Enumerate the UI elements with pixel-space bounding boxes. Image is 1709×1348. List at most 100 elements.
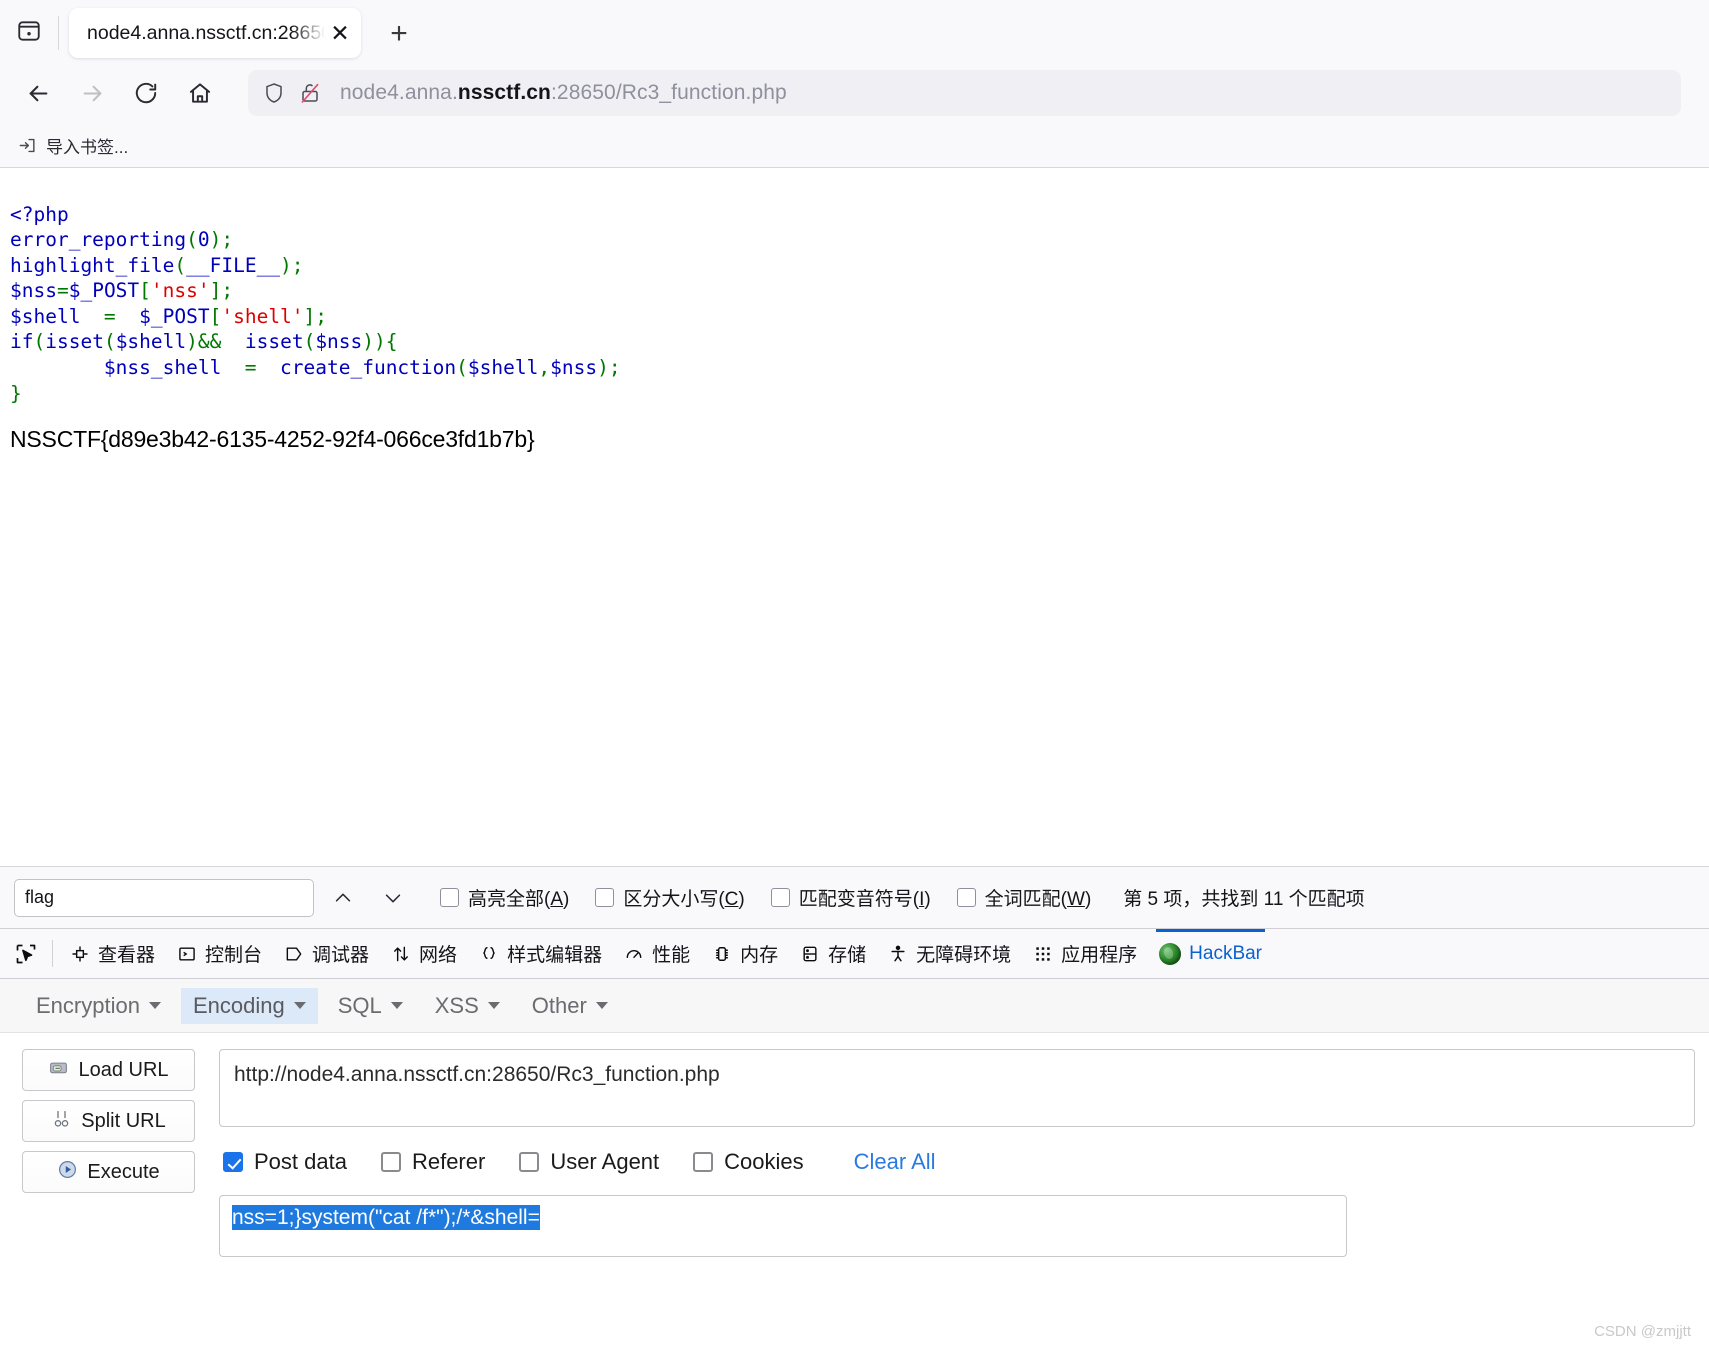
- performance-icon: [624, 944, 644, 964]
- find-status: 第 5 项，共找到 11 个匹配项: [1123, 889, 1365, 910]
- import-bookmarks-button[interactable]: 导入书签...: [18, 133, 128, 158]
- devtools-tab-application[interactable]: 应用程序: [1022, 929, 1148, 978]
- code-token: ): [209, 228, 222, 252]
- checkbox-icon[interactable]: [380, 1152, 401, 1172]
- code-token: (: [186, 228, 198, 252]
- hackbar-menu-other[interactable]: Other: [520, 988, 620, 1024]
- code-token: $_POST: [68, 279, 140, 303]
- url-textarea[interactable]: http://node4.anna.nssctf.cn:28650/Rc3_fu…: [219, 1049, 1695, 1127]
- tab-divider: [58, 16, 59, 50]
- hackbar-menu-encoding[interactable]: Encoding: [180, 987, 318, 1024]
- devtools-tab-hackbar-logo[interactable]: HackBar: [1148, 929, 1273, 978]
- back-arrow-icon[interactable]: [14, 69, 62, 117]
- devtools-tab-debugger[interactable]: 调试器: [273, 929, 380, 978]
- devtools-tab-network[interactable]: 网络: [380, 929, 468, 978]
- hackbar-menu-label: Other: [531, 992, 587, 1018]
- load-url-label: Load URL: [78, 1058, 169, 1081]
- home-icon[interactable]: [176, 69, 224, 117]
- hackbar-menu-xss[interactable]: XSS: [423, 988, 512, 1024]
- find-bar: 高亮全部(A) 区分大小写(C) 匹配变音符号(I) 全词匹配(W) 第 5 项，共找…: [0, 866, 1709, 928]
- split-url-button[interactable]: Split URL: [22, 1100, 195, 1142]
- checkbox-icon[interactable]: [440, 888, 459, 907]
- devtools-tab-label: 网络: [419, 945, 458, 966]
- find-option-1[interactable]: 区分大小写(C): [595, 884, 745, 911]
- close-tab-icon[interactable]: ✕: [325, 18, 355, 48]
- hackbar-action-buttons: Load URL Split URL Execute: [22, 1049, 195, 1257]
- find-option-2[interactable]: 匹配变音符号(I): [770, 884, 931, 911]
- checkbox-icon[interactable]: [693, 1152, 714, 1172]
- hackbar-option-post-data[interactable]: Post data: [223, 1149, 347, 1175]
- code-token: $nss: [10, 279, 57, 303]
- hackbar-menu-encryption[interactable]: Encryption: [24, 988, 173, 1024]
- shield-icon[interactable]: [262, 81, 286, 105]
- navigation-toolbar: node4.anna.nssctf.cn:28650/Rc3_function.…: [0, 62, 1709, 124]
- php-source-code: <?php error_reporting(0); highlight_file…: [10, 202, 1709, 407]
- network-icon: [391, 944, 411, 964]
- bookmarks-toolbar: 导入书签...: [0, 124, 1709, 168]
- code-token: (: [456, 356, 468, 380]
- checkbox-icon[interactable]: [519, 1152, 540, 1172]
- clear-all-button[interactable]: Clear All: [854, 1149, 936, 1175]
- devtools-tab-inspector[interactable]: 查看器: [59, 929, 166, 978]
- checkbox-icon[interactable]: [223, 1152, 243, 1172]
- devtools-tab-label: 存储: [828, 945, 867, 966]
- checkbox-icon[interactable]: [956, 888, 976, 907]
- execute-button[interactable]: Execute: [22, 1151, 195, 1193]
- code-token: 0: [197, 228, 210, 252]
- find-next-icon[interactable]: [372, 878, 414, 918]
- storage-icon: [800, 944, 820, 964]
- list-all-tabs-icon[interactable]: [0, 0, 58, 62]
- devtools-tab-performance[interactable]: 性能: [613, 929, 701, 978]
- hackbar-option-referer[interactable]: Referer: [380, 1149, 486, 1175]
- load-url-button[interactable]: Load URL: [22, 1049, 195, 1091]
- code-token: 'shell': [221, 304, 304, 328]
- execute-label: Execute: [87, 1160, 160, 1183]
- post-data-textarea[interactable]: nss=1;}system("cat /f*");/*&shell=: [219, 1195, 1347, 1257]
- code-token: ): [280, 253, 292, 277]
- devtools-tab-label: 应用程序: [1061, 945, 1138, 966]
- find-option-0[interactable]: 高亮全部(A): [440, 884, 569, 911]
- devtools-tab-storage[interactable]: 存储: [789, 929, 877, 978]
- code-token: &&: [197, 330, 245, 354]
- checkbox-icon[interactable]: [595, 888, 615, 907]
- code-token: [: [139, 279, 151, 303]
- devtools-tab-console[interactable]: 控制台: [166, 929, 273, 978]
- execute-icon: [57, 1159, 78, 1186]
- devtools-tab-style-editor[interactable]: 样式编辑器: [468, 929, 613, 978]
- code-token: ;: [221, 279, 234, 303]
- code-token: (: [33, 330, 46, 354]
- find-input[interactable]: [14, 878, 314, 917]
- broken-lock-icon[interactable]: [298, 81, 322, 105]
- code-token: $nss: [315, 330, 363, 354]
- element-picker-icon[interactable]: [6, 929, 46, 978]
- hackbar-fields: http://node4.anna.nssctf.cn:28650/Rc3_fu…: [219, 1049, 1695, 1257]
- code-token: __FILE__: [186, 253, 281, 277]
- devtools-tab-accessibility[interactable]: 无障碍环境: [877, 929, 1022, 978]
- url-text: node4.anna.nssctf.cn:28650/Rc3_function.…: [340, 81, 787, 104]
- reload-icon[interactable]: [122, 69, 170, 117]
- split-url-label: Split URL: [81, 1109, 166, 1132]
- devtools-panel: 查看器 控制台 调试器 网络 样式编辑器 性能 内存 存储 无障碍环境 应用程序 HackBar E…: [0, 928, 1709, 1257]
- import-bookmarks-label: 导入书签...: [46, 138, 129, 157]
- new-tab-icon[interactable]: +: [377, 12, 421, 56]
- address-bar[interactable]: node4.anna.nssctf.cn:28650/Rc3_function.…: [248, 70, 1681, 116]
- hackbar-option-user-agent[interactable]: User Agent: [519, 1149, 659, 1175]
- browser-tab[interactable]: node4.anna.nssctf.cn:28650/Rc3_ ✕: [69, 8, 361, 58]
- hackbar-option-cookies[interactable]: Cookies: [693, 1149, 804, 1175]
- find-previous-icon[interactable]: [322, 878, 364, 918]
- checkbox-icon[interactable]: [770, 888, 790, 907]
- hackbar-option-label: Cookies: [724, 1149, 804, 1174]
- devtools-tab-memory[interactable]: 内存: [701, 929, 789, 978]
- hackbar-menu-sql[interactable]: SQL: [326, 988, 415, 1024]
- style-editor-icon: [479, 944, 499, 964]
- code-token: ;: [221, 228, 234, 252]
- hackbar-option-label: Referer: [411, 1149, 486, 1174]
- code-token: create_function: [280, 356, 457, 380]
- find-option-3[interactable]: 全词匹配(W): [956, 884, 1091, 911]
- code-token: $nss_shell: [103, 356, 222, 380]
- forward-arrow-icon[interactable]: [68, 69, 116, 117]
- devtools-tab-label: 无障碍环境: [916, 945, 1012, 966]
- find-option-label: 高亮全部(A): [468, 889, 570, 910]
- chevron-down-icon: [390, 1002, 403, 1009]
- code-token: =: [56, 279, 69, 303]
